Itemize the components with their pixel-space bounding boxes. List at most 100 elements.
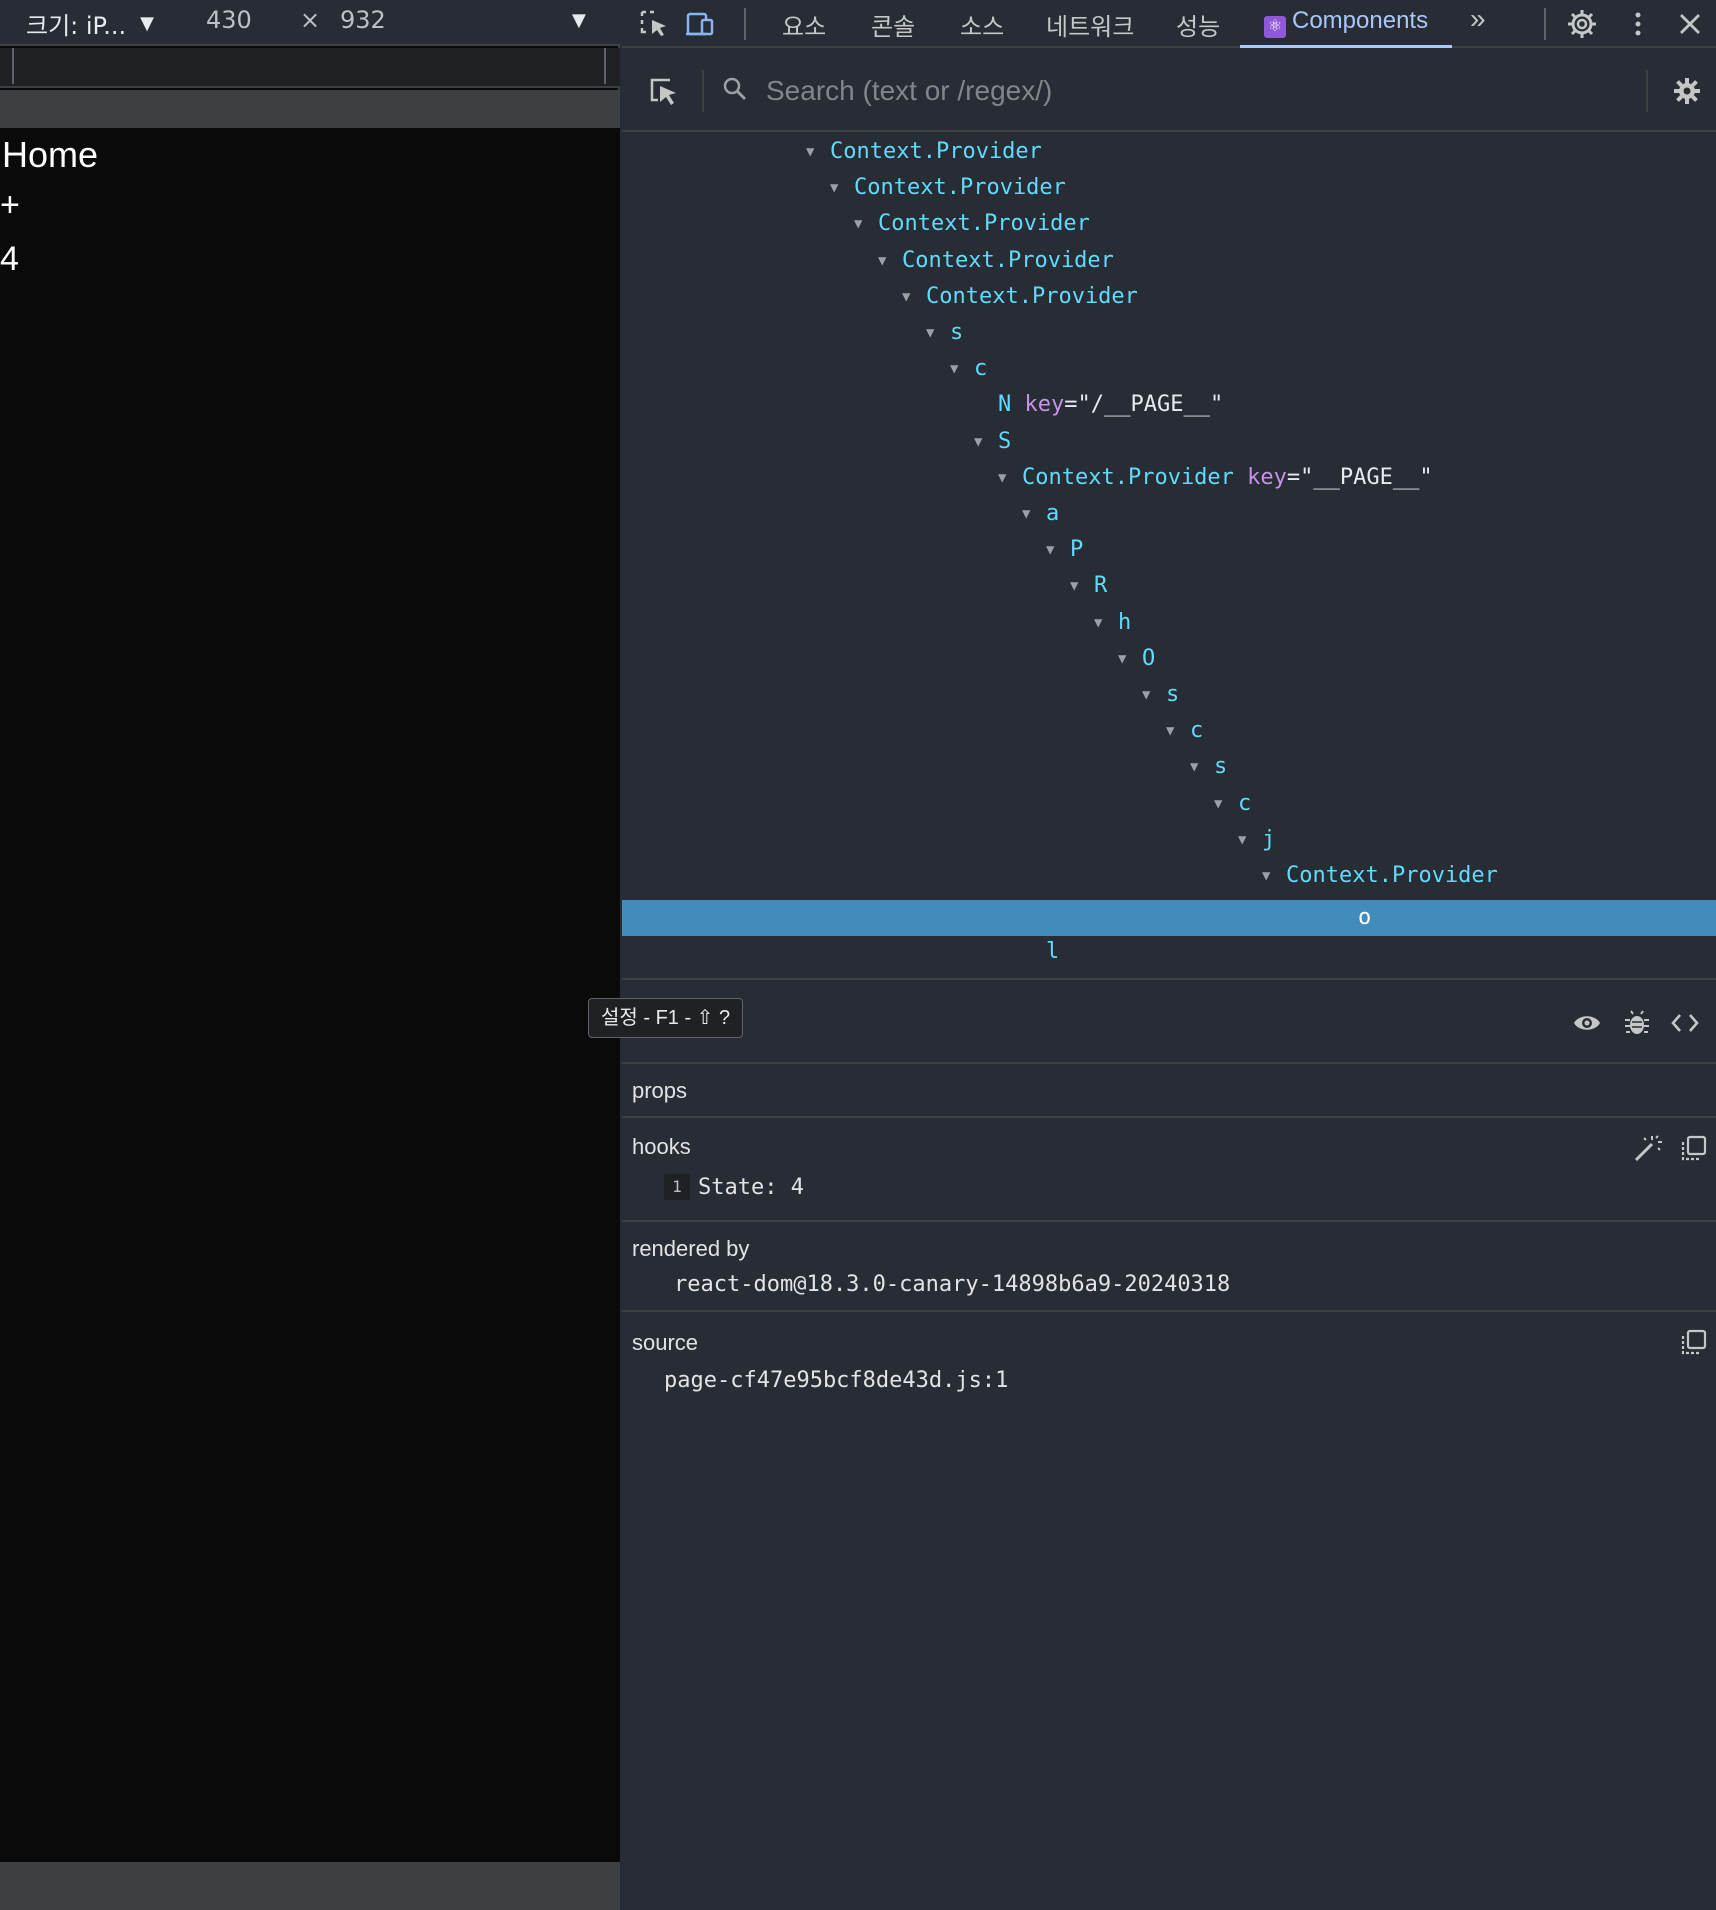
tree-row[interactable]: l	[622, 934, 1716, 970]
component-label: c	[1190, 718, 1204, 744]
expand-arrow-icon[interactable]: ▼	[1118, 641, 1136, 677]
settings-gear-icon[interactable]	[1672, 76, 1702, 106]
tree-row[interactable]: ▼ R	[622, 568, 1716, 604]
tree-row[interactable]: ▼ Context.Provider	[622, 279, 1716, 315]
device-select[interactable]: 크기: iP... ▼	[26, 6, 154, 41]
close-icon[interactable]	[1674, 8, 1706, 40]
tab-network[interactable]: 네트워크	[1046, 7, 1134, 48]
tree-row[interactable]: ▼ Context.Provider	[622, 243, 1716, 279]
kebab-menu-icon[interactable]	[1622, 8, 1654, 40]
expand-arrow-icon[interactable]: ▼	[878, 243, 896, 279]
hook-row[interactable]: 1 State: 4	[664, 1174, 804, 1200]
tree-row[interactable]: ▼ s	[622, 749, 1716, 785]
resize-handle-bottom[interactable]	[0, 1862, 620, 1910]
viewport-width-input[interactable]: 430	[206, 6, 252, 34]
magic-wand-icon[interactable]	[1632, 1132, 1664, 1164]
view-source-icon[interactable]	[1670, 1008, 1700, 1038]
expand-arrow-icon[interactable]: ▼	[1190, 749, 1208, 785]
bug-icon[interactable]	[1622, 1008, 1652, 1038]
hooks-title: hooks	[632, 1134, 691, 1159]
toolbar-options-icon[interactable]: ▼	[572, 10, 586, 31]
rendered-by-title: rendered by	[632, 1236, 750, 1261]
tree-row[interactable]: ▼ s	[622, 315, 1716, 351]
increment-button[interactable]: +	[0, 186, 20, 225]
component-name: O	[1142, 641, 1155, 677]
component-name: R	[1094, 568, 1107, 604]
tree-row[interactable]: ▼ c	[622, 786, 1716, 822]
expand-arrow-icon[interactable]: ▼	[806, 134, 824, 170]
expand-arrow-icon[interactable]: ▼	[1142, 677, 1160, 713]
tree-row[interactable]: N key="/__PAGE__"	[622, 387, 1716, 423]
copy-icon[interactable]	[1680, 1328, 1708, 1356]
tree-row[interactable]: ▼ Context.Provider	[622, 858, 1716, 894]
component-label: N	[998, 392, 1012, 418]
expand-arrow-icon[interactable]: ▼	[1046, 532, 1064, 568]
ruler-handle-left[interactable]	[12, 48, 14, 84]
tree-row[interactable]: ▼ S	[622, 424, 1716, 460]
inspect-element-icon[interactable]	[638, 8, 670, 40]
component-name: Context.Provider	[926, 279, 1138, 315]
search-input[interactable]	[766, 70, 1546, 112]
expand-arrow-icon[interactable]: ▼	[830, 170, 848, 206]
expand-arrow-icon[interactable]: ▼	[1238, 822, 1256, 858]
component-label: Context.Provider	[830, 139, 1042, 164]
tree-row[interactable]: ▼ O	[622, 641, 1716, 677]
expand-arrow-icon[interactable]: ▼	[1166, 713, 1184, 749]
tree-row[interactable]: ▼ Context.Provider	[622, 134, 1716, 170]
expand-arrow-icon[interactable]: ▼	[950, 351, 968, 387]
expand-arrow-icon[interactable]: ▼	[1214, 786, 1232, 822]
hook-value[interactable]: 4	[791, 1175, 804, 1200]
props-title: props	[632, 1078, 688, 1103]
tab-elements[interactable]: 요소	[782, 7, 826, 48]
search-icon	[723, 77, 746, 100]
tree-row[interactable]: ▼ Context.Provider	[622, 206, 1716, 242]
tree-row[interactable]: ▼ Context.Provider key="__PAGE__"	[622, 460, 1716, 496]
component-label: j	[1262, 826, 1276, 852]
component-label: Context.Provider	[1286, 863, 1498, 888]
source-title: source	[632, 1330, 699, 1355]
expand-arrow-icon[interactable]: ▼	[1070, 568, 1088, 604]
component-label: R	[1094, 573, 1108, 599]
tab-console[interactable]: 콘솔	[871, 7, 915, 48]
more-tabs-icon[interactable]: »	[1470, 3, 1486, 44]
tree-row[interactable]: ▼ j	[622, 822, 1716, 858]
component-label: Context.Provider	[854, 175, 1066, 201]
inspector-header	[622, 980, 1716, 1064]
tree-row[interactable]: ▼ P	[622, 532, 1716, 568]
select-component-icon[interactable]	[646, 74, 680, 108]
source-value[interactable]: page-cf47e95bcf8de43d.js:1	[664, 1368, 1008, 1393]
copy-icon[interactable]	[1680, 1134, 1708, 1162]
component-label: Context.Provider	[878, 211, 1090, 237]
eye-icon[interactable]	[1572, 1008, 1602, 1038]
tree-row[interactable]: ▼ a	[622, 496, 1716, 532]
tree-row[interactable]: ▼ h	[622, 605, 1716, 641]
ruler-handle-right[interactable]	[604, 48, 606, 84]
tree-row-selected[interactable]: o	[622, 900, 1716, 936]
expand-arrow-icon[interactable]: ▼	[1262, 858, 1280, 894]
component-name: Context.Provider	[1286, 858, 1498, 894]
expand-arrow-icon[interactable]: ▼	[998, 460, 1016, 496]
search-separator	[1646, 70, 1648, 112]
tree-row[interactable]: ▼ Context.Provider	[622, 170, 1716, 206]
device-toggle-icon[interactable]	[684, 8, 716, 40]
component-label: l	[1046, 939, 1060, 964]
expand-arrow-icon[interactable]: ▼	[1094, 605, 1112, 641]
tab-components[interactable]: ⚛ Components	[1239, 7, 1453, 48]
expand-arrow-icon[interactable]: ▼	[926, 315, 944, 351]
viewport-height-input[interactable]: 932	[340, 6, 386, 34]
tree-row[interactable]: ▼ c	[622, 351, 1716, 387]
tab-performance[interactable]: 성능	[1176, 7, 1220, 48]
expand-arrow-icon[interactable]: ▼	[974, 424, 992, 460]
gear-icon[interactable]	[1566, 8, 1598, 40]
tree-row[interactable]: ▼ c	[622, 713, 1716, 749]
expand-arrow-icon[interactable]: ▼	[1022, 496, 1040, 532]
component-inspector: props hooks 1 State: 4 rendered by react-…	[622, 980, 1716, 1910]
hook-name: State:	[698, 1175, 778, 1200]
component-label: s	[1166, 682, 1180, 707]
counter-value: 4	[0, 240, 19, 278]
tree-row[interactable]: ▼ s	[622, 677, 1716, 713]
tab-sources[interactable]: 소스	[960, 7, 1004, 48]
expand-arrow-icon[interactable]: ▼	[902, 279, 920, 315]
expand-arrow-icon[interactable]: ▼	[854, 206, 872, 242]
source-section: source page-cf47e95bcf8de43d.js:1	[622, 1312, 1716, 1412]
